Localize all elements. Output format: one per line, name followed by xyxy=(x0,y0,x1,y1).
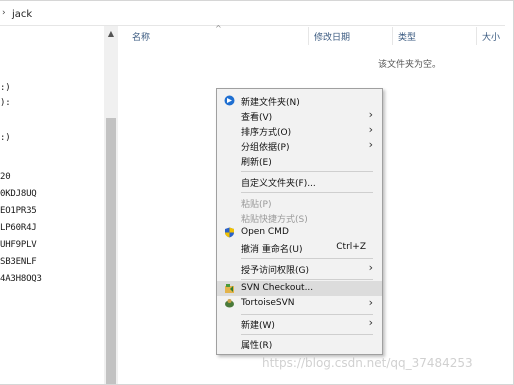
nav-item[interactable]: SB3ENLF xyxy=(0,257,37,267)
menu-item-paste[interactable]: 粘贴(P) xyxy=(217,195,382,210)
nav-item[interactable]: ): xyxy=(0,98,11,108)
breadcrumb-folder-jack[interactable]: jack xyxy=(12,9,32,20)
column-divider[interactable] xyxy=(476,27,477,45)
menu-item-customize-folder[interactable]: 自定义文件夹(F)... xyxy=(217,174,382,189)
column-divider[interactable] xyxy=(308,27,309,45)
scroll-up-arrow-icon[interactable]: ▲ xyxy=(104,28,118,40)
blue-folder-icon xyxy=(224,95,235,106)
nav-item[interactable]: :) xyxy=(0,133,11,143)
menu-item-open-cmd[interactable]: Open CMD xyxy=(217,225,382,240)
nav-item[interactable]: EO1PR35 xyxy=(0,206,37,216)
submenu-arrow-icon: › xyxy=(368,108,373,121)
menu-label: 粘贴快捷方式(S) xyxy=(241,215,308,225)
menu-item-refresh[interactable]: 刷新(E) xyxy=(217,153,382,168)
nav-scrollbar-thumb[interactable] xyxy=(106,118,116,384)
menu-label: 粘贴(P) xyxy=(241,200,272,210)
nav-item[interactable]: :) xyxy=(0,83,11,93)
submenu-arrow-icon: › xyxy=(368,138,373,151)
submenu-arrow-icon: › xyxy=(368,261,373,274)
menu-separator xyxy=(241,171,373,172)
menu-item-sort-by[interactable]: 排序方式(O) › xyxy=(217,123,382,138)
menu-item-svn-checkout[interactable]: SVN Checkout... xyxy=(217,281,382,296)
watermark-text: https://blog.csdn.net/qq_37484253 xyxy=(262,356,473,370)
menu-label: 新建文件夹(N) xyxy=(241,98,300,108)
breadcrumb-chevron-icon[interactable]: › xyxy=(2,8,12,20)
column-header-date[interactable]: 修改日期 xyxy=(314,30,350,43)
menu-item-new-folder[interactable]: 新建文件夹(N) xyxy=(217,93,382,108)
window-top-border xyxy=(0,0,514,1)
menu-label: 排序方式(O) xyxy=(241,128,292,138)
address-bar[interactable]: › jack xyxy=(0,4,505,26)
nav-item[interactable]: 4A3H8OQ3 xyxy=(0,274,42,284)
menu-label: 授予访问权限(G) xyxy=(241,266,309,276)
menu-item-properties[interactable]: 属性(R) xyxy=(217,336,382,351)
context-menu: 新建文件夹(N) 查看(V) › 排序方式(O) › 分组依据(P) › 刷新(… xyxy=(216,88,383,355)
menu-separator xyxy=(241,334,373,335)
menu-separator xyxy=(241,192,373,193)
menu-label: 分组依据(P) xyxy=(241,143,290,153)
menu-item-new[interactable]: 新建(W) › xyxy=(217,316,382,331)
uac-shield-icon xyxy=(225,227,234,238)
submenu-arrow-icon: › xyxy=(368,296,373,309)
menu-separator xyxy=(241,258,373,259)
column-divider[interactable] xyxy=(392,27,393,45)
menu-label: 查看(V) xyxy=(241,113,273,123)
menu-item-tortoise-svn[interactable]: TortoiseSVN › xyxy=(217,296,382,311)
menu-label: 新建(W) xyxy=(241,321,275,331)
menu-label: Open CMD xyxy=(241,227,289,237)
empty-folder-message: 该文件夹为空。 xyxy=(378,60,442,70)
sort-caret-icon: ^ xyxy=(215,24,222,33)
menu-item-view[interactable]: 查看(V) › xyxy=(217,108,382,123)
menu-separator xyxy=(241,314,373,315)
menu-label: TortoiseSVN xyxy=(241,298,295,308)
menu-item-group-by[interactable]: 分组依据(P) › xyxy=(217,138,382,153)
column-header-name[interactable]: 名称 xyxy=(132,30,150,43)
nav-item[interactable]: LP60R4J xyxy=(0,223,37,233)
nav-item[interactable]: 0KDJ8UQ xyxy=(0,189,37,199)
nav-item[interactable]: UHF9PLV xyxy=(0,240,37,250)
menu-shortcut: Ctrl+Z xyxy=(336,242,366,252)
column-header-type[interactable]: 类型 xyxy=(398,30,416,43)
menu-label: 刷新(E) xyxy=(241,158,272,168)
menu-label: SVN Checkout... xyxy=(241,283,314,293)
submenu-arrow-icon: › xyxy=(368,123,373,136)
menu-item-paste-shortcut[interactable]: 粘贴快捷方式(S) xyxy=(217,210,382,225)
menu-label: 自定义文件夹(F)... xyxy=(241,179,316,189)
menu-item-grant-access[interactable]: 授予访问权限(G) › xyxy=(217,261,382,276)
navigation-pane: :) ): :) 20 0KDJ8UQ EO1PR35 LP60R4J UHF9… xyxy=(0,26,118,384)
nav-item[interactable]: 20 xyxy=(0,172,11,182)
menu-label: 撤消 重命名(U) xyxy=(241,245,303,255)
submenu-arrow-icon: › xyxy=(368,316,373,329)
menu-separator xyxy=(241,279,373,280)
menu-item-undo-rename[interactable]: 撤消 重命名(U) Ctrl+Z xyxy=(217,240,382,255)
tortoise-svn-icon xyxy=(225,299,234,308)
column-header-size[interactable]: 大小 xyxy=(482,30,500,43)
menu-label: 属性(R) xyxy=(241,341,273,351)
svn-checkout-icon xyxy=(225,284,234,293)
